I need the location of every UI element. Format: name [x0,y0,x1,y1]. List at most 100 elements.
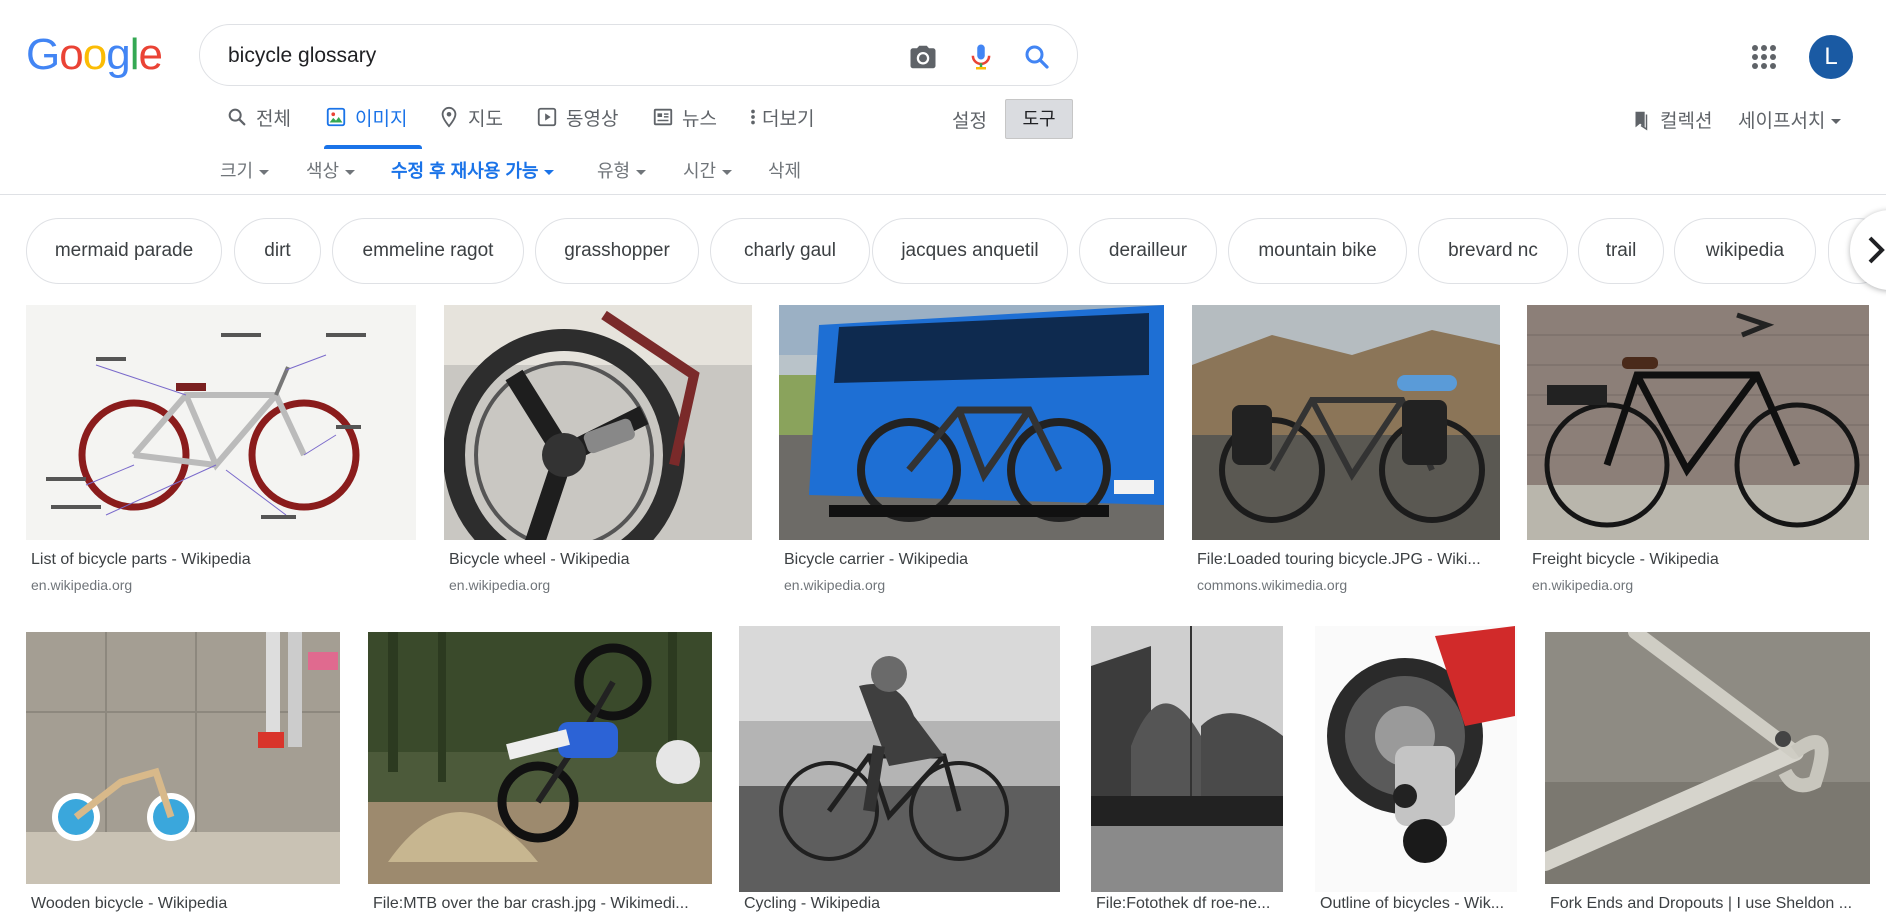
image-result[interactable]: Bicycle carrier - Wikipedia en.wikipedia… [779,305,1164,595]
bookmark-icon [1630,109,1652,131]
settings-link[interactable]: 설정 [952,106,987,133]
result-thumbnail[interactable] [1315,626,1517,892]
tab-videos[interactable]: 동영상 [536,104,618,148]
result-thumbnail[interactable] [26,305,416,540]
related-chip[interactable]: derailleur [1079,218,1217,284]
result-thumbnail[interactable] [1192,305,1500,540]
apps-grid-icon[interactable] [1751,44,1777,70]
filter-label: 색상 [306,161,340,181]
filter-color[interactable]: 색상 [306,157,356,183]
result-thumbnail[interactable] [1091,626,1283,892]
avatar[interactable]: L [1809,35,1853,79]
image-result[interactable]: Fork Ends and Dropouts | I use Sheldon .… [1545,632,1870,922]
result-source[interactable]: en.wikipedia.org [1532,577,1633,593]
result-thumbnail[interactable] [779,305,1164,540]
tab-news[interactable]: 뉴스 [652,104,717,148]
result-title[interactable]: Fork Ends and Dropouts | I use Sheldon .… [1550,895,1868,913]
result-title[interactable]: File:Fotothek df roe-ne... [1096,895,1282,913]
tab-more[interactable]: 더보기 [748,104,814,148]
result-title[interactable]: Bicycle wheel - Wikipedia [449,551,749,569]
tab-maps[interactable]: 지도 [438,104,503,148]
result-title[interactable]: List of bicycle parts - Wikipedia [31,551,411,569]
filter-usage-rights[interactable]: 수정 후 재사용 가능 [391,157,555,183]
tools-button[interactable]: 도구 [1005,99,1073,139]
related-chip[interactable]: trail [1578,218,1664,284]
related-chip[interactable]: mountain bike [1228,218,1407,284]
image-result[interactable]: List of bicycle parts - Wikipedia en.wik… [26,305,416,595]
filter-size[interactable]: 크기 [220,157,270,183]
vintage-cyclist-photo-image [739,626,1060,892]
wooden-bicycle-photo-image [26,632,340,884]
tab-label: 이미지 [355,109,408,130]
result-title[interactable]: Freight bicycle - Wikipedia [1532,551,1864,569]
bus-bike-carrier-photo-image [779,305,1164,540]
result-thumbnail[interactable] [1545,632,1870,884]
freight-bicycle-photo-image [1527,305,1869,540]
news-icon [652,106,674,128]
related-chip[interactable]: wikipedia [1674,218,1816,284]
image-result[interactable]: Bicycle wheel - Wikipedia en.wikipedia.o… [444,305,752,595]
related-chip[interactable]: charly gaul [710,218,870,284]
search-icon [226,106,248,128]
image-result[interactable]: File:Loaded touring bicycle.JPG - Wiki..… [1192,305,1500,595]
result-thumbnail[interactable] [739,626,1060,892]
image-result[interactable]: Freight bicycle - Wikipedia en.wikipedia… [1527,305,1869,595]
chevron-right-icon [1868,236,1885,264]
microphone-icon[interactable] [966,42,996,72]
tab-all[interactable]: 전체 [226,104,291,148]
result-thumbnail[interactable] [368,632,712,884]
camera-icon[interactable] [908,42,938,72]
result-title[interactable]: File:MTB over the bar crash.jpg - Wikime… [373,895,709,913]
chevron-down-icon [345,169,356,175]
filter-label: 삭제 [768,161,802,181]
search-icon[interactable] [1022,42,1052,72]
touring-bicycle-photo-image [1192,305,1500,540]
related-chip[interactable]: brevard nc [1418,218,1568,284]
result-source[interactable]: en.wikipedia.org [31,577,132,593]
collections-link[interactable]: 컬렉션 [1630,106,1712,133]
tab-images[interactable]: 이미지 [325,104,407,148]
image-result[interactable]: Wooden bicycle - Wikipedia [26,632,340,922]
result-thumbnail[interactable] [444,305,752,540]
safesearch-label: 세이프서치 [1738,111,1826,132]
filter-clear[interactable]: 삭제 [768,157,801,183]
tab-label: 지도 [468,109,503,130]
safesearch-dropdown[interactable]: 세이프서치 [1738,106,1842,133]
video-icon [536,106,558,128]
result-title[interactable]: Outline of bicycles - Wik... [1320,895,1515,913]
result-source[interactable]: commons.wikimedia.org [1197,577,1347,593]
map-pin-icon [438,106,460,128]
fork-dropout-photo-image [1545,632,1870,884]
chevron-down-icon [636,169,647,175]
result-source[interactable]: en.wikipedia.org [449,577,550,593]
result-thumbnail[interactable] [26,632,340,884]
image-result[interactable]: File:Fotothek df roe-ne... [1091,626,1283,922]
related-chip[interactable]: jacques anquetil [872,218,1068,284]
filter-type[interactable]: 유형 [597,157,647,183]
related-chip[interactable]: mermaid parade [26,218,222,284]
result-thumbnail[interactable] [1527,305,1869,540]
tab-label: 뉴스 [682,109,717,130]
google-logo[interactable]: Google [26,30,163,80]
chevron-down-icon [544,169,555,175]
header: Google L 전체 이미지 지도 동영상 [0,0,1886,195]
result-title[interactable]: File:Loaded touring bicycle.JPG - Wiki..… [1197,551,1497,569]
filter-label: 유형 [597,161,631,181]
image-result[interactable]: File:MTB over the bar crash.jpg - Wikime… [368,632,712,922]
active-tab-indicator [324,145,422,149]
rear-derailleur-photo-image [1315,626,1517,892]
related-chip[interactable]: emmeline ragot [332,218,524,284]
image-result[interactable]: Cycling - Wikipedia [739,626,1060,922]
result-title[interactable]: Wooden bicycle - Wikipedia [31,895,336,913]
result-source[interactable]: en.wikipedia.org [784,577,885,593]
search-box [199,24,1078,86]
street-race-photo-image [1091,626,1283,892]
image-result[interactable]: Outline of bicycles - Wik... [1315,626,1517,922]
result-title[interactable]: Cycling - Wikipedia [744,895,1058,913]
filter-time[interactable]: 시간 [683,157,733,183]
search-input[interactable] [228,42,828,70]
filter-label: 수정 후 재사용 가능 [391,161,539,181]
related-chip[interactable]: grasshopper [535,218,699,284]
related-chip[interactable]: dirt [234,218,321,284]
result-title[interactable]: Bicycle carrier - Wikipedia [784,551,1159,569]
